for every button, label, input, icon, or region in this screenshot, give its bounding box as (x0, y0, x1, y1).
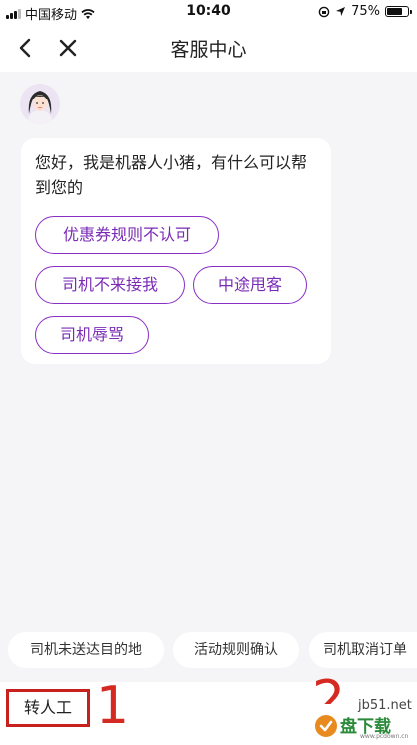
bot-greeting: 您好，我是机器人小猪，有什么可以帮到您的 (35, 153, 308, 197)
transfer-to-agent-button[interactable]: 转人工 (6, 689, 90, 727)
location-icon (336, 7, 346, 16)
quick-reply-activity-rules[interactable]: 活动规则确认 (173, 632, 299, 668)
input-bar: 转人工 1 2 jb51.net 盘下载 www.pcdown.cn (0, 670, 417, 745)
screen-lock-icon (318, 6, 330, 17)
option-dropped-midway[interactable]: 中途甩客 (193, 266, 307, 304)
quick-reply-not-arrived[interactable]: 司机未送达目的地 (8, 632, 164, 668)
nav-bar: 客服中心 (0, 24, 417, 72)
bot-avatar (20, 84, 60, 124)
option-driver-no-show[interactable]: 司机不来接我 (35, 266, 185, 304)
watermark-logo-sub: www.pcdown.cn (360, 733, 409, 740)
battery-fill (387, 8, 402, 15)
battery-percent: 75% (351, 4, 380, 19)
avatar-icon (20, 84, 60, 124)
watermark-url: jb51.net (358, 698, 412, 713)
quick-reply-row: 司机未送达目的地 活动规则确认 司机取消订单 (0, 632, 417, 670)
watermark: jb51.net 盘下载 www.pcdown.cn (298, 686, 417, 745)
page-title: 客服中心 (170, 39, 247, 61)
watermark-logo: 盘下载 www.pcdown.cn (314, 714, 416, 740)
watermark-logo-icon (315, 715, 337, 737)
quick-reply-driver-cancel[interactable]: 司机取消订单 (309, 632, 417, 668)
battery-icon (385, 6, 412, 17)
status-bar: 中国移动 10:40 75% (0, 0, 417, 24)
status-right: 75% (318, 4, 412, 19)
annotation-number-1: 1 (96, 676, 130, 736)
bot-message-bubble: 您好，我是机器人小猪，有什么可以帮到您的 优惠券规则不认可 司机不来接我 中途甩… (21, 138, 331, 364)
option-driver-abuse[interactable]: 司机辱骂 (35, 316, 149, 354)
option-coupon-rule[interactable]: 优惠券规则不认可 (35, 216, 219, 254)
